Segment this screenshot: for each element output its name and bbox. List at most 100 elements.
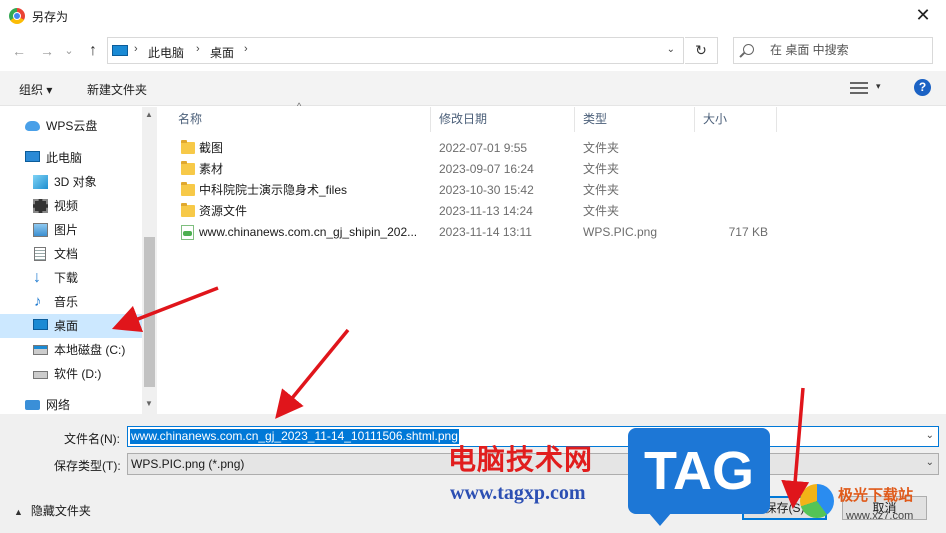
file-date: 2023-09-07 16:24 [439,162,534,176]
filetype-value: WPS.PIC.png (*.png) [131,457,245,471]
sidebar-item-downloads[interactable]: ↓ 下载 [0,266,142,290]
sidebar-item-drive-d[interactable]: 软件 (D:) [0,362,142,386]
sidebar-item-documents[interactable]: 文档 [0,242,142,266]
sidebar-item-label: 视频 [54,199,79,213]
sidebar-item-network[interactable]: 网络 [0,393,142,414]
view-dropdown-icon[interactable]: ▾ [876,81,881,92]
music-icon: ♪ [34,293,42,310]
file-type: 文件夹 [583,183,620,197]
sidebar-item-label: 音乐 [54,295,79,309]
png-file-icon [181,225,194,240]
sidebar-item-drive-c[interactable]: 本地磁盘 (C:) [0,338,142,362]
sidebar-item-label: 此电脑 [46,151,83,165]
organize-button[interactable]: 组织 ▾ [19,81,52,98]
search-input[interactable] [770,43,920,57]
sidebar-item-desktop[interactable]: 桌面 [0,314,142,338]
search-icon [743,44,754,55]
list-item[interactable]: 截图 2022-07-01 9:55 文件夹 [170,138,946,159]
breadcrumb-separator: › [244,43,248,55]
column-header-size[interactable]: 大小 [695,107,777,132]
watermark-jg-name: 极光下载站 [838,487,914,504]
breadcrumb-separator: › [196,43,200,55]
filetype-dropdown-icon[interactable]: ⌄ [926,457,934,468]
scroll-up-icon[interactable]: ▲ [145,110,153,119]
3d-objects-icon [33,175,48,189]
computer-icon [25,151,40,162]
address-bar[interactable]: › 此电脑 › 桌面 › ⌄ [107,37,684,64]
computer-icon [112,45,128,56]
watermark-jg-url: www.xz7.com [846,510,914,522]
address-dropdown-icon[interactable]: ⌄ [667,44,675,55]
view-options-icon[interactable] [850,82,868,94]
file-name: www.chinanews.com.cn_gj_shipin_202... [199,225,418,239]
scrollbar-thumb[interactable] [144,237,155,387]
scroll-down-icon[interactable]: ▼ [145,399,153,408]
folder-icon [181,161,195,175]
sidebar-item-music[interactable]: ♪ 音乐 [0,290,142,314]
pictures-icon [33,223,48,237]
back-button[interactable]: ← [9,41,29,61]
breadcrumb-separator: › [134,43,138,55]
list-item[interactable]: 素材 2023-09-07 16:24 文件夹 [170,159,946,180]
file-type: 文件夹 [583,141,620,155]
file-date: 2023-10-30 15:42 [439,183,534,197]
chrome-icon [9,8,25,24]
cloud-icon [25,121,40,131]
filename-label: 文件名(N): [64,432,120,446]
folder-icon [181,182,195,196]
sidebar-item-label: 图片 [54,223,79,237]
recent-locations-button[interactable]: ⌄ [59,41,79,61]
collapse-icon: ▲ [14,507,23,517]
file-name: 素材 [199,162,224,176]
sidebar-item-wps-cloud[interactable]: WPS云盘 [0,114,142,138]
file-name: 资源文件 [199,204,248,218]
navigation-scrollbar[interactable]: ▲ ▼ [142,107,157,414]
sidebar-item-label: 软件 (D:) [54,367,102,381]
sidebar-item-label: 网络 [46,398,71,412]
sidebar-item-videos[interactable]: 视频 [0,194,142,218]
list-item[interactable]: 资源文件 2023-11-13 14:24 文件夹 [170,201,946,222]
file-size: 717 KB [728,225,768,239]
sidebar-item-label: 3D 对象 [54,175,97,189]
help-icon[interactable]: ? [914,79,931,96]
sidebar-item-this-pc[interactable]: 此电脑 [0,146,142,170]
filename-input[interactable]: www.chinanews.com.cn_gj_2023_11-14_10111… [130,429,459,444]
file-date: 2023-11-14 13:11 [439,225,532,239]
filename-dropdown-icon[interactable]: ⌄ [926,430,934,441]
filetype-label: 保存类型(T): [54,459,121,473]
sidebar-item-3d-objects[interactable]: 3D 对象 [0,170,142,194]
file-list: ^ 名称 修改日期 类型 大小 截图 2022-07-01 9:55 文件夹 素… [170,101,946,414]
file-type: 文件夹 [583,162,620,176]
sidebar-item-label: WPS云盘 [46,119,98,133]
search-box[interactable] [733,37,933,64]
sidebar-item-label: 文档 [54,247,79,261]
column-header-name[interactable]: 名称 [170,107,431,132]
folder-icon [181,203,195,217]
sidebar-item-label: 下载 [54,271,79,285]
list-item[interactable]: www.chinanews.com.cn_gj_shipin_202... 20… [170,222,946,243]
file-type: 文件夹 [583,204,620,218]
list-item[interactable]: 中科院院士演示隐身术_files 2023-10-30 15:42 文件夹 [170,180,946,201]
column-header-type[interactable]: 类型 [575,107,695,132]
window-title: 另存为 [32,10,69,24]
network-icon [25,400,40,410]
watermark-tag-logo: TAG [628,428,770,526]
sidebar-item-label: 桌面 [54,319,79,333]
title-bar: 另存为 ✕ [0,0,946,32]
column-header-date[interactable]: 修改日期 [431,107,575,132]
watermark-site-url: www.tagxp.com [450,482,586,504]
file-type: WPS.PIC.png [583,225,658,239]
hide-folders-toggle[interactable]: ▲ 隐藏文件夹 [14,502,91,519]
sidebar-item-label: 本地磁盘 (C:) [54,343,126,357]
new-folder-button[interactable]: 新建文件夹 [87,81,147,98]
video-icon [33,199,48,213]
sidebar-item-pictures[interactable]: 图片 [0,218,142,242]
forward-button[interactable]: → [37,41,57,61]
close-button[interactable]: ✕ [900,0,946,32]
refresh-button[interactable]: ↻ [685,37,718,64]
breadcrumb-desktop[interactable]: 桌面 [210,44,234,61]
breadcrumb-this-pc[interactable]: 此电脑 [148,44,184,61]
file-name: 中科院院士演示隐身术_files [199,183,348,197]
up-button[interactable]: ↑ [83,41,103,61]
watermark-jg-logo-icon [800,484,834,518]
